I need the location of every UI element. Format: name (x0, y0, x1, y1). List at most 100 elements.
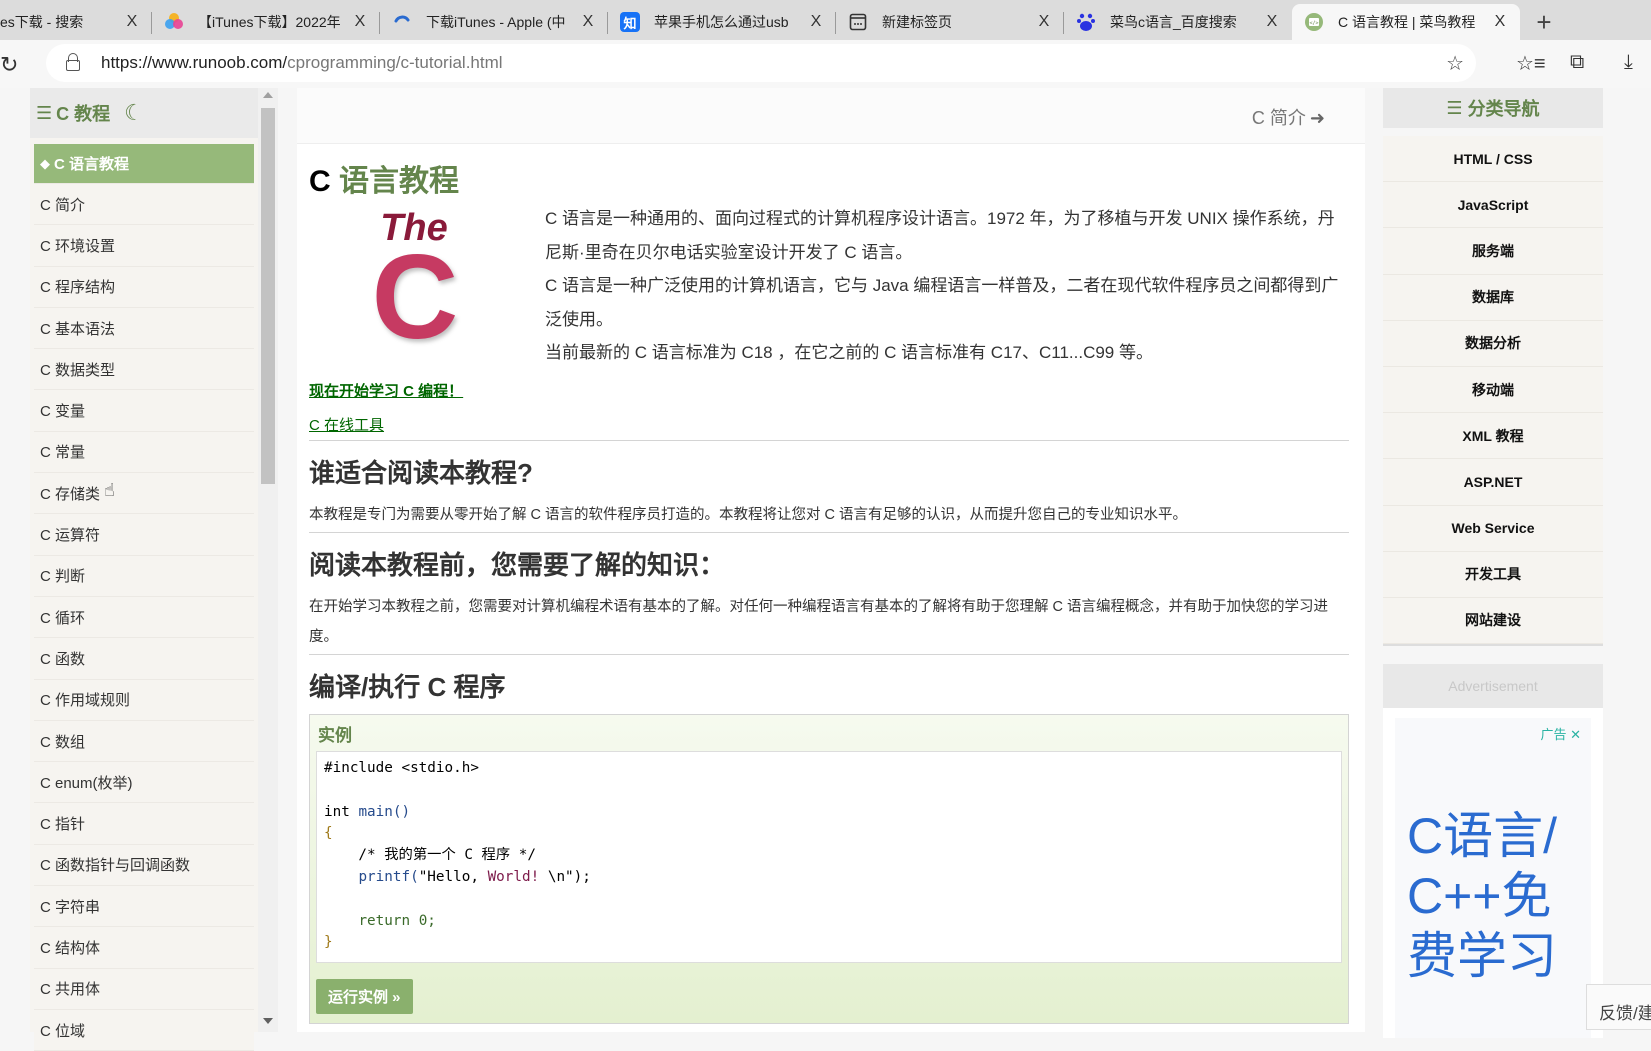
code-line: printf("Hello, World! \n"); (358, 868, 591, 885)
category-nav-item[interactable]: 网站建设 (1383, 598, 1603, 645)
sidebar-item[interactable]: C 常量 (34, 431, 254, 474)
collections-icon[interactable]: ⧉ (1570, 51, 1584, 74)
url-text[interactable]: https://www.runoob.com/cprogramming/c-tu… (101, 53, 503, 73)
category-nav-item[interactable]: 数据库 (1383, 275, 1603, 321)
example-title: 实例 (318, 726, 352, 745)
tab-close-icon[interactable]: X (124, 13, 140, 31)
sidebar-item-label: C 作用域规则 (40, 692, 131, 710)
new-tab-button[interactable]: + (1520, 4, 1568, 40)
sidebar-item[interactable]: C 函数指针与回调函数 (34, 844, 254, 887)
sidebar-item[interactable]: C 程序结构 (34, 266, 254, 308)
category-nav-title: 分类导航 (1467, 99, 1540, 119)
tab-title: 下载iTunes - Apple (中 (426, 14, 566, 30)
category-nav-item[interactable]: HTML / CSS (1383, 136, 1603, 183)
sidebar-item-label: C 简介 (40, 196, 86, 214)
category-nav-item[interactable]: 移动端 (1383, 367, 1603, 414)
sidebar-item[interactable]: C 函数 (34, 638, 254, 680)
tab-close-icon[interactable]: X (808, 13, 824, 31)
sidebar-item[interactable]: C 数据类型 (34, 349, 254, 391)
category-nav-item[interactable]: 数据分析 (1383, 321, 1603, 367)
category-nav-item[interactable]: 开发工具 (1383, 552, 1603, 598)
ad-banner[interactable]: 广告 ✕ C语言/C++免费学习 (1395, 718, 1591, 1039)
start-learning-link[interactable]: 现在开始学习 C 编程！ (309, 380, 1349, 414)
sidebar-item[interactable]: C 变量 (34, 390, 254, 432)
sidebar-item[interactable]: C 字符串 (34, 886, 254, 928)
moon-icon[interactable]: ☾ (124, 100, 144, 126)
sidebar-item-active[interactable]: ◆ C 语言教程 (34, 144, 254, 184)
sidebar-item[interactable]: C 位域 (34, 1009, 254, 1051)
browser-tab-active[interactable]: </> C 语言教程 | 菜鸟教程 X (1292, 4, 1520, 40)
browser-tab[interactable]: 知 苹果手机怎么通过usb X (608, 4, 836, 40)
category-nav-item[interactable]: JavaScript (1383, 182, 1603, 229)
sidebar-item[interactable]: C 运算符 (34, 514, 254, 556)
scroll-down-arrow-icon[interactable] (263, 1018, 273, 1024)
code-line: #include <stdio.h> (324, 760, 479, 776)
browser-tab[interactable]: 下载iTunes - Apple (中 X (380, 4, 608, 40)
tab-close-icon[interactable]: X (1036, 13, 1052, 31)
next-page-link[interactable]: C 简介 ➜ (1252, 104, 1325, 130)
sidebar-item-label: C 共用体 (40, 981, 101, 999)
divider (309, 532, 1349, 533)
sidebar-item[interactable]: C 结构体 (34, 927, 254, 969)
list-icon: ☰ (36, 102, 53, 123)
category-nav-header: ☰ 分类导航 (1383, 88, 1603, 128)
divider (309, 440, 1349, 441)
sidebar-item[interactable]: C 环境设置 (34, 225, 254, 267)
reload-icon[interactable]: ↻ (0, 52, 18, 78)
category-nav-item[interactable]: 服务端 (1383, 228, 1603, 275)
baidu-paw-icon (1076, 12, 1096, 32)
scroll-up-arrow-icon[interactable] (263, 92, 273, 98)
sidebar-scrollbar[interactable] (258, 88, 278, 1032)
add-favorite-icon[interactable]: ☆ (1446, 51, 1464, 76)
web-page: ☰ C 教程 ☾ ◆ C 语言教程 C 简介 C 环境设置 C 程序结构 C 基本语法 C … (0, 88, 1651, 1051)
code-block[interactable]: #include <stdio.h> int main() { /* 我的第一个 … (316, 751, 1342, 963)
article: C 语言教程 The C C 语言是一种通用的、面向过程式的计算机程序设计语言。… (309, 144, 1349, 1024)
tab-title: 【iTunes下载】2022年 (198, 14, 341, 30)
feedback-button[interactable]: 反馈/建议 (1586, 984, 1651, 1030)
category-nav-item[interactable]: XML 教程 (1383, 413, 1603, 460)
browser-tab[interactable]: 菜鸟c语言_百度搜索 X (1064, 4, 1292, 40)
browser-tab[interactable]: es下载 - 搜索 X (0, 4, 152, 40)
intro-paragraph: C 语言是一种通用的、面向过程式的计算机程序设计语言。1972 年，为了移植与开… (545, 209, 1335, 262)
scrollbar-thumb[interactable] (261, 108, 275, 484)
tab-title: es下载 - 搜索 (0, 14, 84, 30)
sidebar-item-label: C 程序结构 (40, 279, 116, 297)
sidebar-header: ☰ C 教程 ☾ (30, 88, 258, 138)
category-nav-item[interactable]: ASP.NET (1383, 459, 1603, 506)
lock-icon[interactable] (66, 53, 80, 71)
sidebar-item[interactable]: C 判断 (34, 555, 254, 597)
sidebar-item[interactable]: C 共用体 (34, 968, 254, 1010)
tab-close-icon[interactable]: X (580, 13, 596, 31)
tab-close-icon[interactable]: X (1492, 13, 1508, 31)
sidebar-item[interactable]: C 指针 (34, 803, 254, 845)
sidebar-item[interactable]: C 作用域规则 (34, 679, 254, 721)
tab-close-icon[interactable]: X (352, 13, 368, 31)
sidebar-item-label: C 数据类型 (40, 361, 116, 379)
advertisement[interactable]: 广告 ✕ C语言/C++免费学习 (1383, 708, 1603, 1039)
sidebar-item[interactable]: C 基本语法 (34, 307, 254, 350)
sidebar-item[interactable]: C 存储类 (34, 473, 254, 515)
category-nav-item[interactable]: Web Service (1383, 506, 1603, 552)
close-icon: ✕ (1570, 727, 1581, 743)
tab-title: 菜鸟c语言_百度搜索 (1110, 14, 1237, 30)
sidebar-item-label: C 指针 (40, 816, 86, 834)
divider (309, 654, 1349, 655)
tab-close-icon[interactable]: X (1264, 13, 1280, 31)
section-heading: 阅读本教程前，您需要了解的知识： (309, 550, 726, 580)
sidebar-item[interactable]: C 循环 (34, 596, 254, 639)
sidebar-item[interactable]: C 数组 (34, 720, 254, 763)
browser-tab[interactable]: 【iTunes下载】2022年 X (152, 4, 380, 40)
favorites-icon[interactable]: ☆≡ (1516, 51, 1546, 76)
address-bar[interactable]: https://www.runoob.com/cprogramming/c-tu… (46, 44, 1476, 82)
sidebar-item[interactable]: C 简介 (34, 184, 254, 226)
browser-tab[interactable]: 新建标签页 X (836, 4, 1064, 40)
run-example-button[interactable]: 运行实例 » (316, 979, 413, 1014)
ad-headline[interactable]: C语言/C++免费学习 (1407, 806, 1587, 986)
section-heading: 谁适合阅读本教程? (309, 458, 533, 488)
sidebar-item[interactable]: C enum(枚举) (34, 762, 254, 804)
downloads-icon[interactable]: ⤓ (1624, 51, 1633, 74)
sidebar-item-label: C 常量 (40, 444, 86, 462)
ad-tag[interactable]: 广告 ✕ (1540, 724, 1581, 743)
online-tools-link[interactable]: C 在线工具 (309, 414, 1349, 438)
